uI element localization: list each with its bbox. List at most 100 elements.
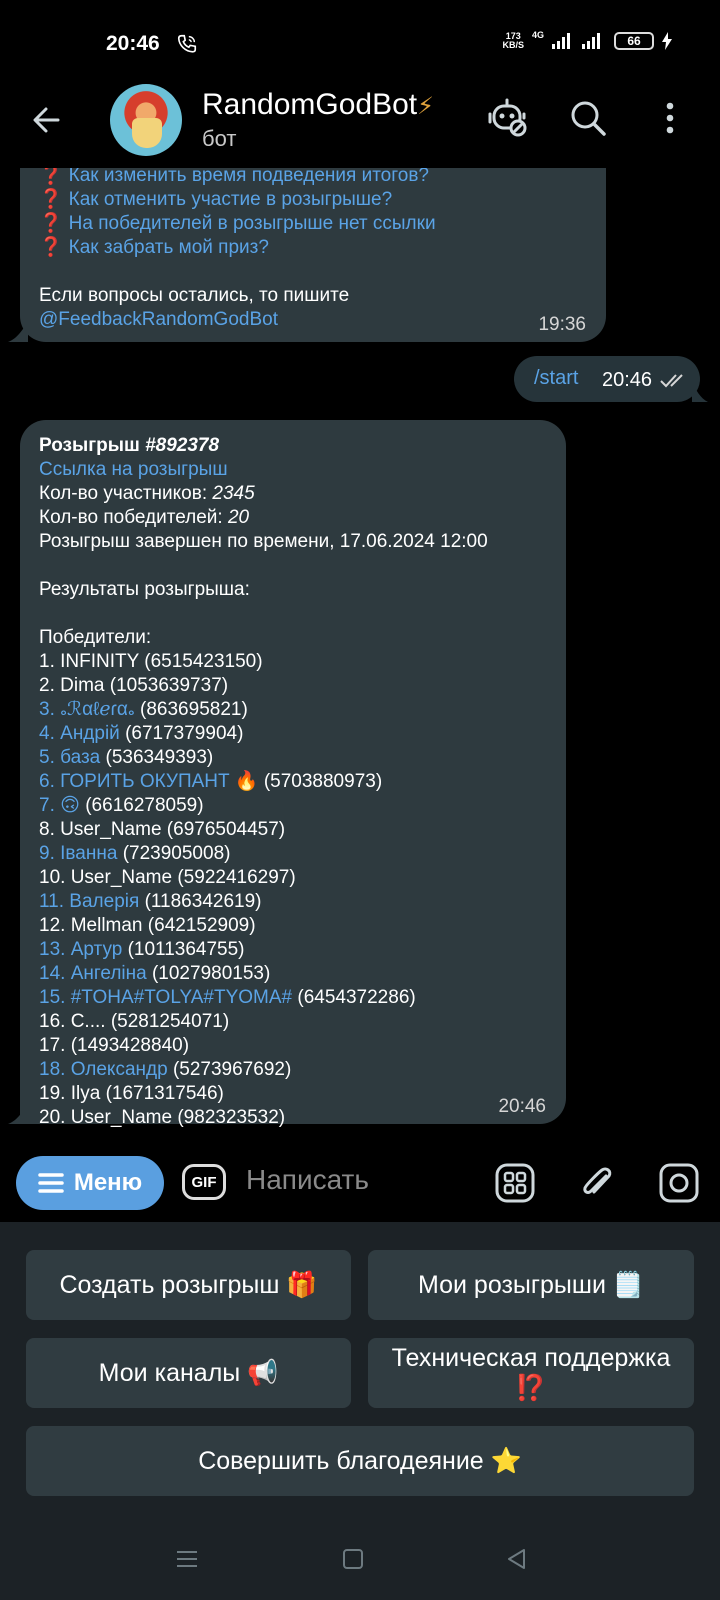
winner-id: (982323532)	[177, 1107, 286, 1128]
battery-indicator: 66	[614, 32, 654, 50]
giveaway-body: Розыгрыш #892378 Ссылка на розыгрыш Кол-…	[39, 434, 488, 1130]
camera-icon[interactable]	[658, 1162, 700, 1204]
message-time: 20:46	[498, 1096, 546, 1117]
participants-value: 2345	[212, 483, 255, 504]
winner-id: (1027980153)	[151, 963, 271, 984]
winner-name[interactable]: 4. Андрій	[39, 723, 120, 744]
battery-level: 66	[627, 34, 641, 48]
feedback-link[interactable]: @FeedbackRandomGodBot	[39, 308, 436, 332]
faq-link[interactable]: На победителей в розыгрыше нет ссылки	[69, 213, 436, 234]
gif-button[interactable]: GIF	[182, 1164, 226, 1200]
winner-number: 10.	[39, 867, 66, 888]
winner-number: 15.	[39, 987, 66, 1008]
winner-id: (863695821)	[140, 699, 248, 720]
winner-name[interactable]: 3. ૰ℛαℓℯɾα૰	[39, 699, 135, 720]
faq-link[interactable]: Как отменить участие в розыгрыше?	[69, 189, 393, 210]
winner-id: (6616278059)	[85, 795, 204, 816]
menu-button[interactable]: Меню	[16, 1156, 164, 1210]
back-arrow-icon[interactable]	[28, 100, 68, 140]
back-icon[interactable]	[504, 1546, 530, 1572]
winner-row: 20. User_Name (982323532)	[39, 1106, 488, 1130]
bot-settings-icon[interactable]	[486, 96, 530, 140]
gif-label: GIF	[191, 1173, 217, 1191]
chat-title[interactable]: RandomGodBot⚡	[202, 88, 434, 122]
menu-label: Меню	[73, 1169, 143, 1196]
winner-name-text: Іванна	[60, 843, 118, 864]
winner-number: 1.	[39, 651, 55, 672]
giveaway-link[interactable]: Ссылка на розыгрыш	[39, 458, 488, 482]
winner-name[interactable]: 5. база	[39, 747, 100, 768]
winner-name[interactable]: 6. ГОРИТЬ ОКУПАНТ 🔥	[39, 771, 259, 792]
winner-row[interactable]: 13. Артур (1011364755)	[39, 938, 488, 962]
winner-row[interactable]: 5. база (536349393)	[39, 746, 488, 770]
bot-keyboard: Создать розыгрыш 🎁 Мои розыгрыши 🗒️ Мои …	[0, 1222, 720, 1524]
faq-link[interactable]: Как изменить время подведения итогов?	[69, 168, 429, 186]
winner-row[interactable]: 3. ૰ℛαℓℯɾα૰ (863695821)	[39, 698, 488, 722]
tech-support-label: Техническая поддержка	[391, 1344, 671, 1372]
phone-call-icon	[177, 34, 197, 53]
winner-name-text: ГОРИТЬ ОКУПАНТ 🔥	[60, 771, 259, 792]
winner-number: 8.	[39, 819, 55, 840]
outgoing-message: /start 20:46	[514, 356, 700, 402]
create-giveaway-button[interactable]: Создать розыгрыш 🎁	[26, 1250, 351, 1320]
winner-name[interactable]: 14. Ангеліна	[39, 963, 147, 984]
winner-row[interactable]: 4. Андрій (6717379904)	[39, 722, 488, 746]
search-icon[interactable]	[566, 96, 610, 140]
winner-number: 20.	[39, 1107, 66, 1128]
signal-icon-2	[582, 33, 600, 49]
winner-name-text: Олександр	[70, 1059, 168, 1080]
message-input[interactable]: Написать	[246, 1164, 369, 1196]
winner-id: (6976504457)	[166, 819, 286, 840]
home-icon[interactable]	[340, 1546, 366, 1572]
winner-row[interactable]: 9. Іванна (723905008)	[39, 842, 488, 866]
winner-id: (5922416297)	[177, 867, 296, 888]
message-list[interactable]: ❓ Как изменить время подведения итогов? ❓…	[0, 168, 720, 1140]
winner-name[interactable]: 13. Артур	[39, 939, 122, 960]
paperclip-icon[interactable]	[576, 1162, 618, 1204]
question-icon: ❓	[39, 189, 63, 210]
charging-icon	[662, 32, 672, 50]
winner-name[interactable]: 11. Валерія	[39, 891, 139, 912]
bubble-tail	[8, 322, 28, 342]
winner-name: 19. Ilya	[39, 1083, 100, 1104]
winner-id: (536349393)	[105, 747, 214, 768]
network-speed-unit: KB/S	[502, 40, 524, 50]
winner-name[interactable]: 9. Іванна	[39, 843, 117, 864]
participants-label: Кол-во участников:	[39, 483, 213, 504]
winner-row[interactable]: 15. #TOHA#TOLYA#TYOMA# (6454372286)	[39, 986, 488, 1010]
winner-name[interactable]: 18. Олександр	[39, 1059, 168, 1080]
winner-row[interactable]: 11. Валерія (1186342619)	[39, 890, 488, 914]
bubble-tail	[8, 1104, 28, 1124]
recent-apps-icon[interactable]	[174, 1546, 200, 1572]
faq-item[interactable]: ❓ Как изменить время подведения итогов?	[39, 168, 436, 188]
winner-id: (6717379904)	[125, 723, 244, 744]
faq-link[interactable]: Как забрать мой приз?	[69, 237, 269, 258]
more-options-icon[interactable]	[658, 96, 682, 140]
start-command[interactable]: /start	[534, 367, 578, 390]
winner-row[interactable]: 7. 🙃 (6616278059)	[39, 794, 488, 818]
my-giveaways-button[interactable]: Мои розыгрыши 🗒️	[368, 1250, 694, 1320]
bot-avatar[interactable]	[110, 84, 182, 156]
winner-name: 2. Dima	[39, 675, 104, 696]
winner-row: 17. (1493428840)	[39, 1034, 488, 1058]
faq-list: ❓ Как изменить время подведения итогов? ❓…	[39, 168, 436, 332]
winner-row[interactable]: 18. Олександр (5273967692)	[39, 1058, 488, 1082]
giveaway-title: Розыгрыш #892378	[39, 434, 488, 458]
winner-name-text: база	[60, 747, 101, 768]
winner-name[interactable]: 7. 🙃	[39, 795, 80, 816]
winner-name-text: Валерія	[69, 891, 140, 912]
my-channels-button[interactable]: Мои каналы 📢	[26, 1338, 351, 1408]
faq-item[interactable]: ❓ Как забрать мой приз?	[39, 236, 436, 260]
winner-row[interactable]: 6. ГОРИТЬ ОКУПАНТ 🔥 (5703880973)	[39, 770, 488, 794]
winner-row[interactable]: 14. Ангеліна (1027980153)	[39, 962, 488, 986]
bot-keyboard-icon[interactable]	[494, 1162, 536, 1204]
tech-support-button[interactable]: Техническая поддержка ⁉️	[368, 1338, 694, 1408]
winner-name: 16. C....	[39, 1011, 106, 1032]
contact-text: Если вопросы остались, то пишите	[39, 285, 350, 306]
hamburger-icon	[38, 1173, 64, 1193]
faq-item[interactable]: ❓ Как отменить участие в розыгрыше?	[39, 188, 436, 212]
faq-item[interactable]: ❓ На победителей в розыгрыше нет ссылки	[39, 212, 436, 236]
good-deed-button[interactable]: Совершить благодеяние ⭐	[26, 1426, 694, 1496]
winner-name[interactable]: 15. #TOHA#TOLYA#TYOMA#	[39, 987, 292, 1008]
